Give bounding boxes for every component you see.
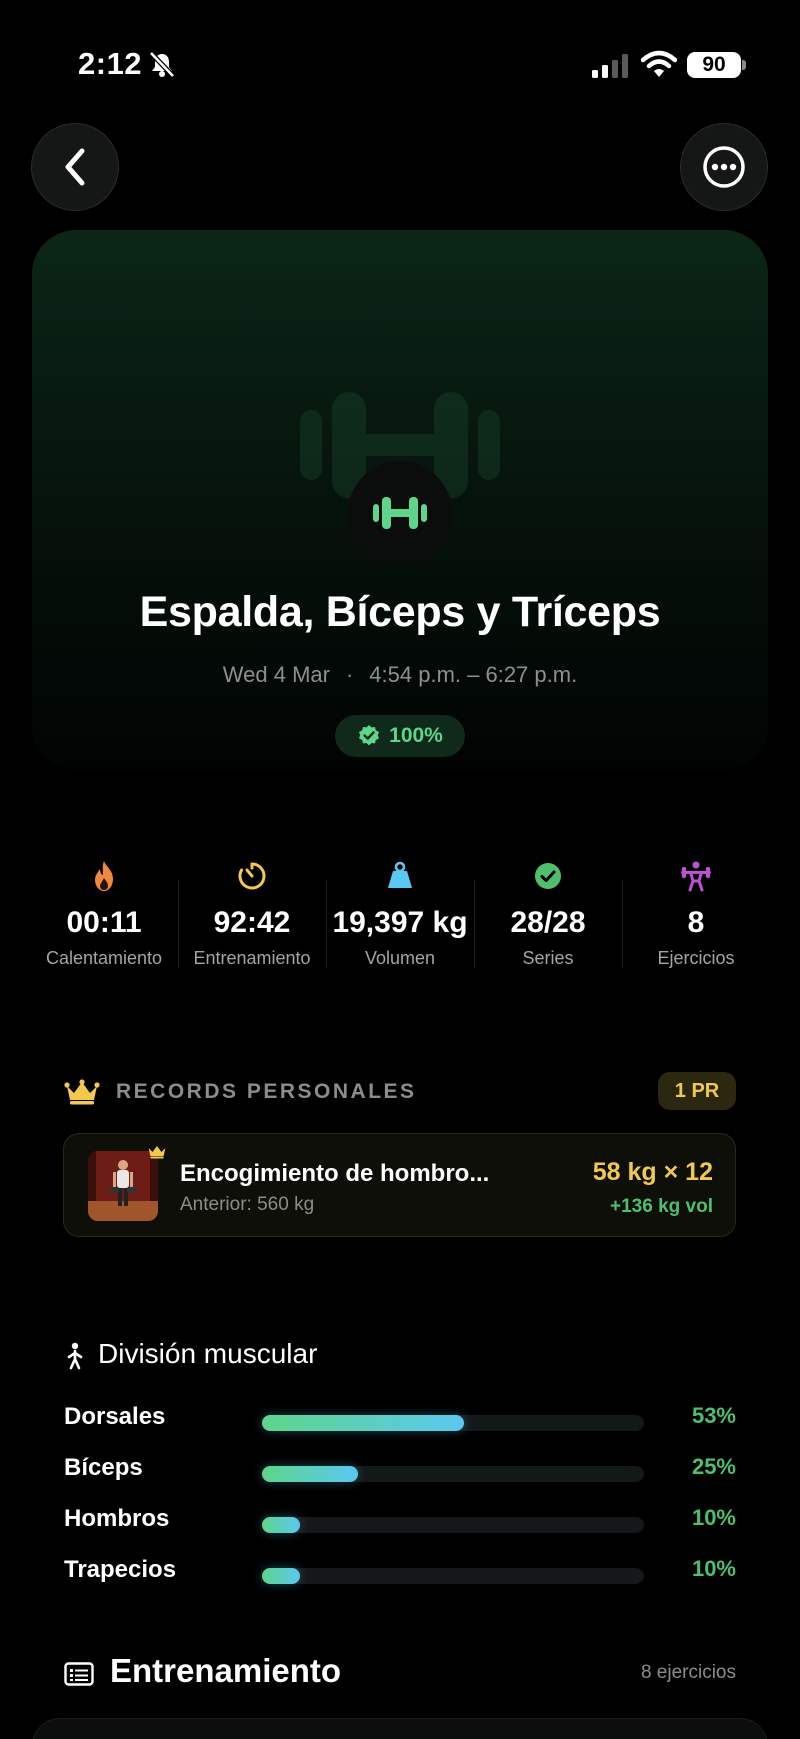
- lifter-icon: [681, 861, 711, 892]
- workout-stats: 00:11 Calentamiento 92:42 Entrenamiento …: [30, 858, 770, 978]
- crown-icon: [64, 1079, 100, 1105]
- stat-label: Entrenamiento: [193, 948, 311, 968]
- workout-date: Wed 4 Mar: [222, 662, 330, 687]
- records-title: RECORDS PERSONALES: [116, 1080, 417, 1103]
- stat-label: Volumen: [364, 948, 436, 968]
- stat-value: 92:42: [213, 906, 291, 939]
- muscle-bar-fill: [262, 1517, 301, 1533]
- battery-indicator: 90: [687, 52, 741, 78]
- stat-divider: [474, 880, 475, 968]
- exercise-card[interactable]: [32, 1718, 768, 1739]
- walking-person-icon: [67, 1342, 83, 1370]
- muscle-name: Dorsales: [64, 1403, 166, 1430]
- muscle-name: Bíceps: [64, 1454, 143, 1481]
- bell-slash-icon: [149, 51, 175, 78]
- wifi-icon: [641, 50, 677, 77]
- status-bar: 2:12 90: [0, 0, 800, 130]
- workout-title: Espalda, Bíceps y Tríceps: [139, 588, 661, 636]
- stat-divider: [622, 880, 623, 968]
- pr-previous: Anterior: 560 kg: [180, 1194, 315, 1215]
- chevron-left-icon: [65, 148, 85, 186]
- muscle-bar-track: [262, 1415, 644, 1431]
- workout-type-badge: [348, 461, 452, 565]
- workout-time-range: 4:54 p.m. – 6:27 p.m.: [369, 662, 578, 687]
- muscle-bar-track: [262, 1466, 644, 1482]
- weight-icon: [388, 861, 412, 888]
- check-circle-icon: [535, 863, 561, 889]
- back-button[interactable]: [31, 123, 119, 211]
- stat-label: Calentamiento: [45, 948, 163, 968]
- muscle-row: Trapecios 10%: [64, 1550, 736, 1590]
- pr-card[interactable]: Encogimiento de hombro... Anterior: 560 …: [63, 1133, 736, 1237]
- stat-sets: 28/28 Series: [474, 858, 622, 978]
- verified-badge-icon: [359, 725, 380, 746]
- stat-exercises: 8 Ejercicios: [622, 858, 770, 978]
- stat-value: 00:11: [66, 906, 142, 939]
- muscle-name: Trapecios: [64, 1556, 177, 1583]
- exercise-count: 8 ejercicios: [640, 1662, 736, 1683]
- ellipsis-circle-icon: [703, 146, 745, 188]
- muscle-percent: 10%: [691, 1556, 736, 1581]
- completion-badge: 100%: [335, 715, 465, 757]
- flame-icon: [95, 861, 113, 891]
- stat-value: 28/28: [510, 906, 586, 939]
- stat-label: Series: [522, 948, 574, 968]
- stat-divider: [326, 880, 327, 968]
- workout-section-header: Entrenamiento 8 ejercicios: [64, 1650, 736, 1698]
- muscle-bar-fill: [262, 1415, 465, 1431]
- muscle-bar-fill: [262, 1466, 358, 1482]
- workout-date-row: Wed 4 Mar · 4:54 p.m. – 6:27 p.m.: [0, 662, 800, 688]
- stat-divider: [178, 880, 179, 968]
- pr-exercise-name: Encogimiento de hombro...: [180, 1160, 490, 1187]
- crown-icon: [148, 1145, 166, 1159]
- stat-value: 8: [687, 906, 705, 939]
- muscle-bar-track: [262, 1517, 644, 1533]
- list-document-icon: [64, 1662, 94, 1686]
- muscle-split-title: División muscular: [98, 1338, 318, 1369]
- muscle-percent: 53%: [691, 1403, 736, 1428]
- records-header: RECORDS PERSONALES 1 PR: [64, 1072, 736, 1112]
- stat-volume: 19,397 kg Volumen: [326, 858, 474, 978]
- workout-section-title: Entrenamiento: [110, 1652, 342, 1689]
- stat-label: Ejercicios: [657, 948, 735, 968]
- muscle-bar-track: [262, 1568, 644, 1584]
- stat-training: 92:42 Entrenamiento: [178, 858, 326, 978]
- status-time: 2:12: [78, 46, 143, 81]
- signal-icon: [592, 54, 628, 78]
- muscle-percent: 25%: [691, 1454, 736, 1479]
- muscle-name: Hombros: [64, 1505, 170, 1532]
- pr-count-badge: 1 PR: [658, 1072, 736, 1110]
- pr-volume-gain: +136 kg vol: [610, 1196, 713, 1217]
- separator-dot: ·: [345, 662, 354, 687]
- dumbbell-icon: [373, 497, 427, 529]
- stat-warmup: 00:11 Calentamiento: [30, 858, 178, 978]
- muscle-bar-fill: [262, 1568, 301, 1584]
- muscle-row: Bíceps 25%: [64, 1448, 736, 1488]
- muscle-row: Hombros 10%: [64, 1499, 736, 1539]
- more-options-button[interactable]: [680, 123, 768, 211]
- exercise-thumbnail: [88, 1151, 158, 1221]
- pr-value: 58 kg × 12: [592, 1158, 713, 1186]
- timer-icon: [238, 862, 266, 890]
- muscle-row: Dorsales 53%: [64, 1397, 736, 1437]
- completion-percent: 100%: [389, 724, 443, 747]
- battery-cap: [742, 60, 746, 70]
- muscle-percent: 10%: [691, 1505, 736, 1530]
- stat-value: 19,397 kg: [332, 906, 468, 939]
